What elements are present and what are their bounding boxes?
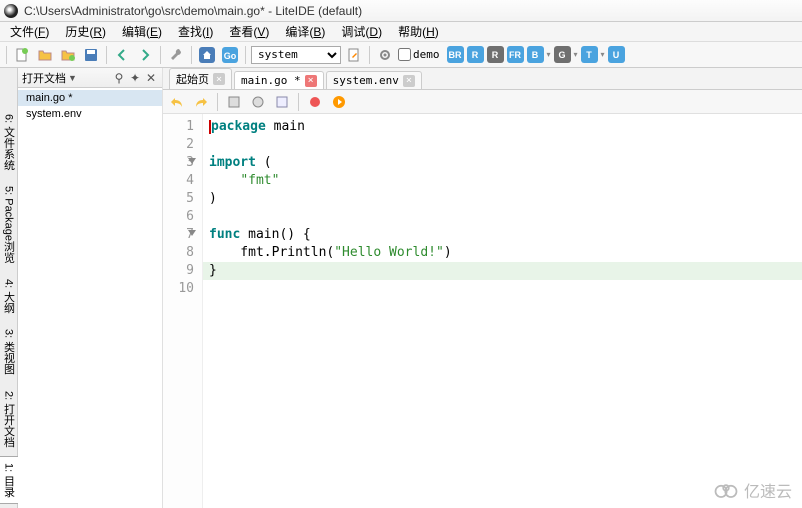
badge-fr[interactable]: FR xyxy=(507,46,524,63)
play-icon[interactable] xyxy=(329,92,349,112)
pin-icon[interactable]: ⚲ xyxy=(112,71,126,85)
menu-h[interactable]: 帮助(H) xyxy=(392,21,445,42)
dropdown-icon[interactable]: ▼ xyxy=(68,73,77,83)
badge-u[interactable]: U xyxy=(608,46,625,63)
badge-t[interactable]: T xyxy=(581,46,598,63)
left-tab[interactable]: 5: Package浏览 xyxy=(0,179,19,270)
tool1-icon[interactable] xyxy=(224,92,244,112)
menu-d[interactable]: 调试(D) xyxy=(335,21,388,42)
title-bar: C:\Users\Administrator\go\src\demo\main.… xyxy=(0,0,802,22)
editor-tab[interactable]: main.go *× xyxy=(234,71,324,89)
undo-icon[interactable] xyxy=(167,92,187,112)
badge-b[interactable]: B xyxy=(527,46,544,63)
main-toolbar: Go system demo BRRRFRB▾G▾T▾U xyxy=(0,42,802,68)
wrench-icon[interactable] xyxy=(166,45,186,65)
left-tab-strip: 1: 目录 2: 打开文档 3: 类视图 4: 大纲 5: Package浏览 6: 文件… xyxy=(0,68,18,508)
tab-close-icon[interactable]: × xyxy=(213,73,225,85)
badge-r[interactable]: R xyxy=(487,46,504,63)
code-content[interactable]: package mainimport ( "fmt")func main() {… xyxy=(203,114,802,508)
left-tab[interactable]: 3: 类视图 xyxy=(0,322,19,381)
badge-dropdown-icon[interactable]: ▾ xyxy=(601,50,605,59)
file-item[interactable]: main.go * xyxy=(18,90,162,106)
window-title: C:\Users\Administrator\go\src\demo\main.… xyxy=(24,4,362,18)
badge-r[interactable]: R xyxy=(467,46,484,63)
save-icon[interactable] xyxy=(81,45,101,65)
edit-env-icon[interactable] xyxy=(344,45,364,65)
home-icon[interactable] xyxy=(197,45,217,65)
forward-icon[interactable] xyxy=(135,45,155,65)
open-files-list: main.go *system.env xyxy=(18,88,162,508)
side-panel: 打开文档 ▼ ⚲ ✦ ✕ main.go *system.env xyxy=(18,68,163,508)
gear-icon[interactable] xyxy=(375,45,395,65)
menu-b[interactable]: 编译(B) xyxy=(279,21,331,42)
watermark: 亿速云 xyxy=(712,478,792,502)
left-tab[interactable]: 4: 大纲 xyxy=(0,272,19,320)
badge-dropdown-icon[interactable]: ▾ xyxy=(547,50,551,59)
menu-i[interactable]: 查找(I) xyxy=(172,21,219,42)
svg-text:Go: Go xyxy=(224,51,237,61)
fold-icon[interactable] xyxy=(188,230,196,236)
tool3-icon[interactable] xyxy=(272,92,292,112)
editor-tab-bar: 起始页×main.go *×system.env× xyxy=(163,68,802,90)
menu-v[interactable]: 查看(V) xyxy=(223,21,275,42)
close-panel-icon[interactable]: ✕ xyxy=(144,71,158,85)
plus-icon[interactable]: ✦ xyxy=(128,71,142,85)
editor-tab[interactable]: system.env× xyxy=(326,71,422,89)
code-editor[interactable]: 12345678910 package mainimport ( "fmt")f… xyxy=(163,114,802,508)
demo-checkbox[interactable]: demo xyxy=(398,48,440,61)
badge-br[interactable]: BR xyxy=(447,46,464,63)
env-combo[interactable]: system xyxy=(251,46,341,64)
tab-close-icon[interactable]: × xyxy=(305,75,317,87)
menu-r[interactable]: 历史(R) xyxy=(59,21,112,42)
editor-toolbar xyxy=(163,90,802,114)
new-folder-icon[interactable] xyxy=(58,45,78,65)
open-folder-icon[interactable] xyxy=(35,45,55,65)
file-item[interactable]: system.env xyxy=(18,106,162,122)
tab-close-icon[interactable]: × xyxy=(403,75,415,87)
menu-bar: 文件(F)历史(R)编辑(E)查找(I)查看(V)编译(B)调试(D)帮助(H) xyxy=(0,22,802,42)
app-icon xyxy=(4,4,18,18)
badge-g[interactable]: G xyxy=(554,46,571,63)
line-gutter: 12345678910 xyxy=(163,114,203,508)
editor-area: 起始页×main.go *×system.env× 12345678910 pa… xyxy=(163,68,802,508)
left-tab[interactable]: 2: 打开文档 xyxy=(0,384,19,454)
record-icon[interactable] xyxy=(305,92,325,112)
left-tab[interactable]: 1: 目录 xyxy=(0,456,19,504)
editor-tab[interactable]: 起始页× xyxy=(169,68,232,89)
left-tab[interactable]: 6: 文件系统 xyxy=(0,107,19,177)
side-panel-header: 打开文档 ▼ ⚲ ✦ ✕ xyxy=(18,68,162,88)
badge-dropdown-icon[interactable]: ▾ xyxy=(574,50,578,59)
menu-e[interactable]: 编辑(E) xyxy=(116,21,168,42)
back-icon[interactable] xyxy=(112,45,132,65)
redo-icon[interactable] xyxy=(191,92,211,112)
go-icon[interactable]: Go xyxy=(220,45,240,65)
menu-f[interactable]: 文件(F) xyxy=(4,21,55,42)
fold-icon[interactable] xyxy=(188,158,196,164)
side-panel-title: 打开文档 xyxy=(22,70,66,86)
tool2-icon[interactable] xyxy=(248,92,268,112)
new-file-icon[interactable] xyxy=(12,45,32,65)
